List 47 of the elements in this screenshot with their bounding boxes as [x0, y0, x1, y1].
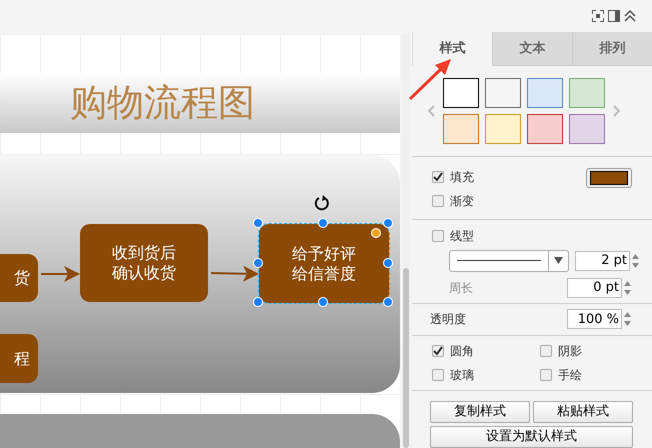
style-button[interactable]: 复制样式	[430, 401, 530, 423]
checkbox[interactable]	[432, 171, 444, 184]
checkbox[interactable]	[432, 230, 444, 242]
perimeter-field[interactable]: 0 pt	[567, 278, 622, 298]
checkbox-label: 渐变	[450, 193, 474, 210]
line-style-dropdown[interactable]	[449, 250, 569, 272]
flowchart-node[interactable]: 货	[0, 254, 38, 302]
line-width-field[interactable]: 2 pt	[575, 250, 630, 271]
color-swatch[interactable]	[443, 78, 479, 108]
checkbox-label: 圆角	[450, 342, 474, 360]
connector-arrow	[41, 266, 80, 282]
color-picker-button[interactable]	[586, 168, 632, 188]
checkbox-label: 线型	[450, 228, 474, 245]
color-swatch[interactable]	[569, 78, 605, 108]
rotate-handle-icon[interactable]	[314, 195, 329, 210]
checkbox[interactable]	[432, 195, 444, 208]
color-swatch[interactable]	[569, 114, 605, 144]
color-swatch[interactable]	[485, 114, 521, 144]
checkbox-label: 玻璃	[450, 366, 474, 384]
fit-icon[interactable]	[592, 10, 604, 22]
collapse-icon[interactable]	[624, 10, 636, 22]
style-button[interactable]: 粘贴样式	[533, 401, 633, 423]
checkbox[interactable]	[540, 368, 552, 381]
checkbox-label: 填充	[450, 169, 474, 186]
diagram-title: 购物流程图	[70, 80, 255, 126]
color-swatch[interactable]	[443, 114, 479, 144]
opacity-field[interactable]: 100 %	[567, 309, 622, 330]
color-swatch[interactable]	[485, 78, 521, 108]
checkbox-label: 手绘	[558, 366, 582, 384]
tab[interactable]: 排列	[572, 32, 652, 66]
checkbox[interactable]	[432, 368, 444, 381]
color-swatch[interactable]	[527, 114, 563, 144]
checkbox-label: 阴影	[558, 342, 582, 360]
field-label: 透明度	[430, 311, 466, 328]
flowchart-node[interactable]: 给予好评 给信誉度	[259, 224, 389, 303]
flowchart-node[interactable]: 收到货后 确认收货	[80, 224, 208, 302]
tab[interactable]: 文本	[492, 32, 572, 66]
connector-arrow	[210, 266, 259, 282]
panel-toggle-icon[interactable]	[608, 10, 620, 22]
scrollbar-thumb[interactable]	[403, 268, 409, 448]
checkbox[interactable]	[540, 344, 552, 357]
caret-icon	[554, 257, 563, 264]
flowchart-node[interactable]: 程	[0, 334, 38, 383]
field-label: 周长	[449, 280, 473, 297]
style-button[interactable]: 设置为默认样式	[430, 426, 633, 448]
color-swatch[interactable]	[527, 78, 563, 108]
checkbox[interactable]	[432, 344, 444, 357]
